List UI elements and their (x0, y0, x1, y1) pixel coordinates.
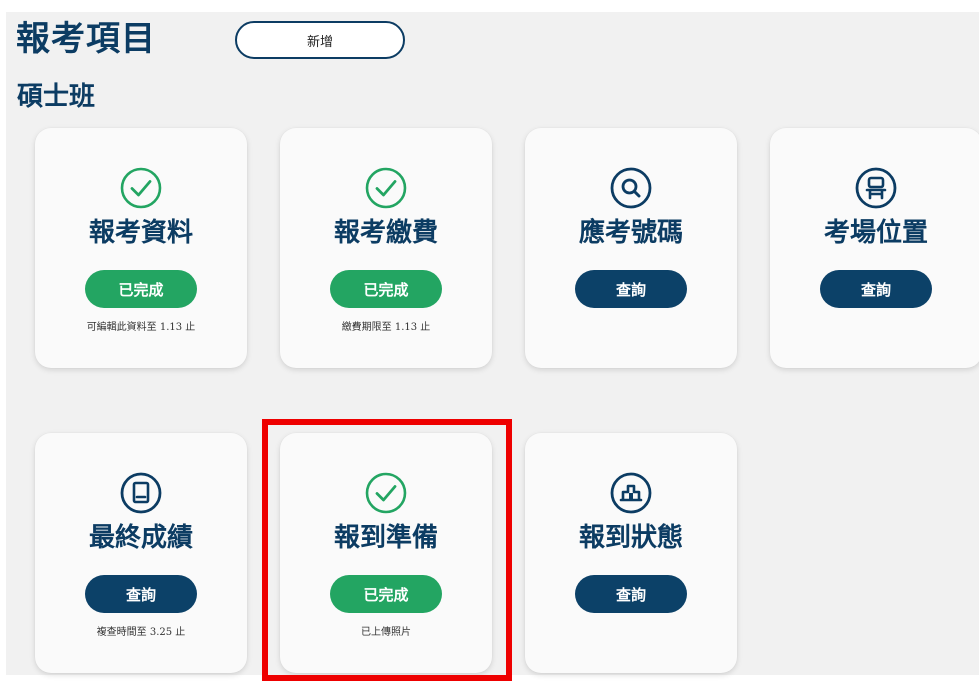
status-badge: 已完成 (85, 270, 197, 308)
status-badge: 已完成 (330, 575, 442, 613)
card-note: 複查時間至 3.25 止 (96, 627, 186, 638)
card-note: 繳費期限至 1.13 止 (341, 322, 431, 333)
building-circle-icon (609, 471, 653, 515)
card-title: 報考繳費 (333, 218, 438, 248)
card-checkin-status: 報到狀態 查詢 (525, 433, 737, 673)
card-title: 考場位置 (823, 218, 928, 248)
page-title: 報考項目 (16, 19, 156, 59)
card-title: 報到狀態 (578, 523, 683, 553)
check-circle-icon (364, 166, 408, 210)
search-circle-icon (609, 166, 653, 210)
add-button[interactable]: 新增 (235, 21, 405, 59)
card-title: 報到準備 (333, 523, 438, 553)
query-button[interactable]: 查詢 (575, 270, 687, 308)
card-application-data: 報考資料 已完成 可編輯此資料至 1.13 止 (35, 128, 247, 368)
check-circle-icon (119, 166, 163, 210)
card-title: 應考號碼 (578, 218, 683, 248)
seat-circle-icon (854, 166, 898, 210)
card-final-score: 最終成績 查詢 複查時間至 3.25 止 (35, 433, 247, 673)
card-exam-number: 應考號碼 查詢 (525, 128, 737, 368)
query-button[interactable]: 查詢 (85, 575, 197, 613)
query-button[interactable]: 查詢 (575, 575, 687, 613)
section-title: 碩士班 (17, 82, 96, 112)
card-application-payment: 報考繳費 已完成 繳費期限至 1.13 止 (280, 128, 492, 368)
check-circle-icon (364, 471, 408, 515)
card-exam-location: 考場位置 查詢 (770, 128, 979, 368)
card-checkin-preparation: 報到準備 已完成 已上傳照片 (280, 433, 492, 673)
card-title: 最終成績 (88, 523, 193, 553)
card-note: 已上傳照片 (361, 627, 411, 638)
query-button[interactable]: 查詢 (820, 270, 932, 308)
status-badge: 已完成 (330, 270, 442, 308)
card-title: 報考資料 (88, 218, 193, 248)
card-note: 可編輯此資料至 1.13 止 (86, 322, 196, 333)
document-circle-icon (119, 471, 163, 515)
